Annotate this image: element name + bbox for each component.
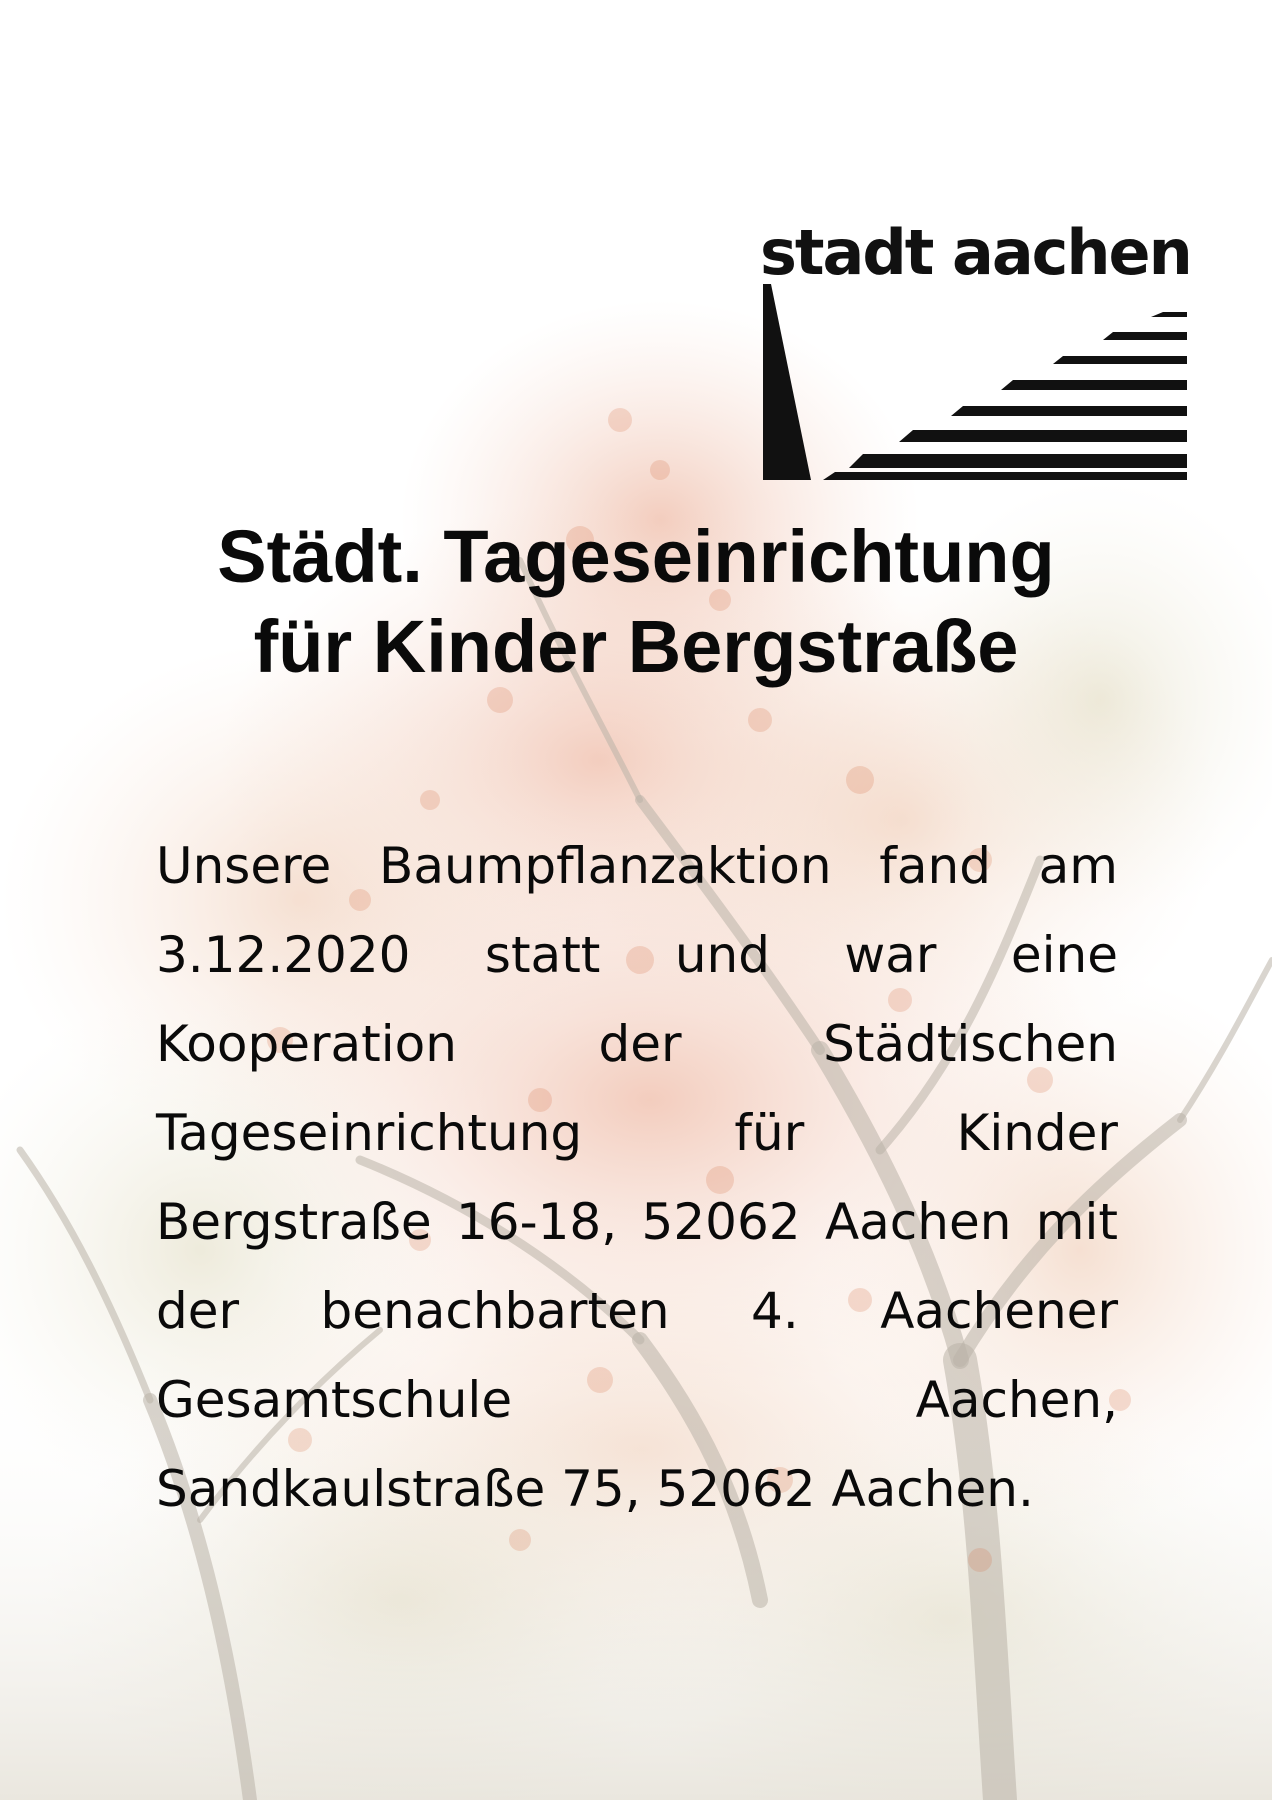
logo-stripes-mark xyxy=(763,284,1187,480)
logo-wordmark: stadt aachen xyxy=(760,216,1193,289)
body-paragraph: Unsere Baumpflanzaktion fand am 3.12.202… xyxy=(156,837,1118,1518)
page-title: Städt. Tageseinrichtung für Kinder Bergs… xyxy=(100,512,1172,692)
title-line-2: für Kinder Bergstraße xyxy=(253,605,1019,688)
document-page: stadt aachen Städt. Tageseinrichtung für… xyxy=(0,0,1272,1800)
stadt-aachen-logo: stadt aachen xyxy=(760,216,1193,482)
title-line-1: Städt. Tageseinrichtung xyxy=(217,515,1055,598)
